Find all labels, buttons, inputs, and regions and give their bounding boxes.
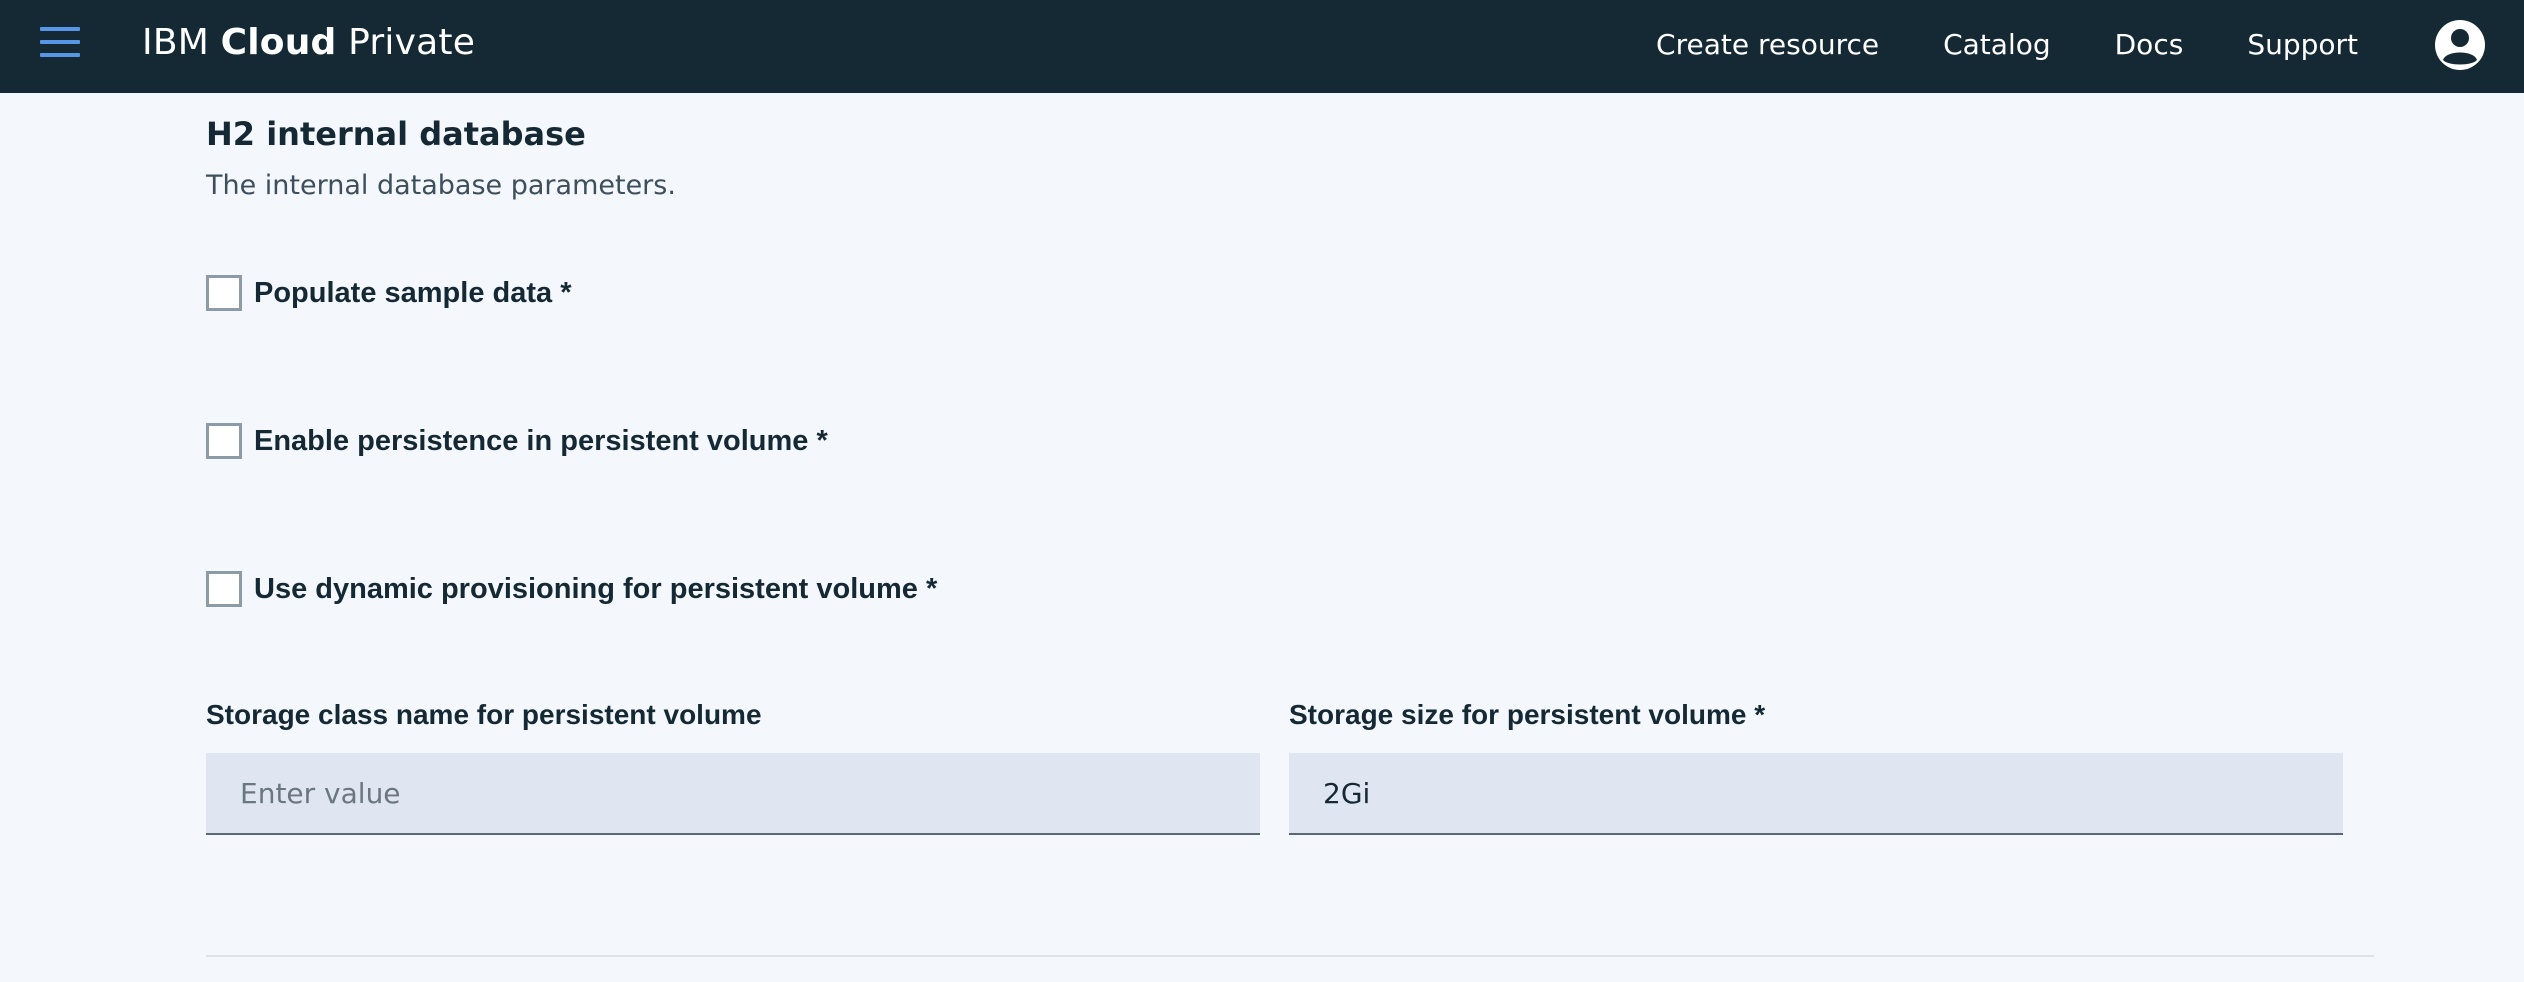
checkbox-box[interactable] <box>206 275 242 311</box>
storage-class-label: Storage class name for persistent volume <box>206 699 762 730</box>
brand-suffix: Private <box>336 22 476 63</box>
storage-class-input[interactable] <box>206 753 1260 835</box>
checkbox-box[interactable] <box>206 571 242 607</box>
section-divider <box>206 955 2374 957</box>
storage-size-label: Storage size for persistent volume * <box>1289 699 1766 730</box>
top-navigation-bar: IBM Cloud Private Create resource Catalo… <box>0 0 2524 93</box>
hamburger-menu-icon[interactable] <box>40 27 80 59</box>
nav-catalog[interactable]: Catalog <box>1943 28 2051 61</box>
header-nav: Create resource Catalog Docs Support <box>1656 28 2358 61</box>
brand-prefix: IBM <box>142 22 221 63</box>
brand-bold: Cloud <box>220 22 337 63</box>
checkbox-label: Enable persistence in persistent volume … <box>254 424 828 457</box>
checkbox-label: Populate sample data * <box>254 276 572 309</box>
brand-logo[interactable]: IBM Cloud Private <box>142 22 475 63</box>
nav-support[interactable]: Support <box>2247 28 2358 61</box>
checkbox-populate-sample-data[interactable]: Populate sample data * <box>206 275 572 311</box>
checkbox-box[interactable] <box>206 423 242 459</box>
checkbox-enable-persistence[interactable]: Enable persistence in persistent volume … <box>206 423 828 459</box>
storage-size-input[interactable] <box>1289 753 2343 835</box>
checkbox-label: Use dynamic provisioning for persistent … <box>254 572 938 605</box>
user-avatar-icon[interactable] <box>2434 19 2486 71</box>
nav-docs[interactable]: Docs <box>2115 28 2184 61</box>
main-content: H2 internal database The internal databa… <box>206 93 2524 982</box>
section-description: The internal database parameters. <box>206 170 676 201</box>
storage-size-field: Storage size for persistent volume * <box>1289 699 2343 835</box>
storage-class-field: Storage class name for persistent volume <box>206 699 1260 835</box>
nav-create-resource[interactable]: Create resource <box>1656 28 1879 61</box>
section-title: H2 internal database <box>206 115 586 153</box>
checkbox-dynamic-provisioning[interactable]: Use dynamic provisioning for persistent … <box>206 571 937 607</box>
